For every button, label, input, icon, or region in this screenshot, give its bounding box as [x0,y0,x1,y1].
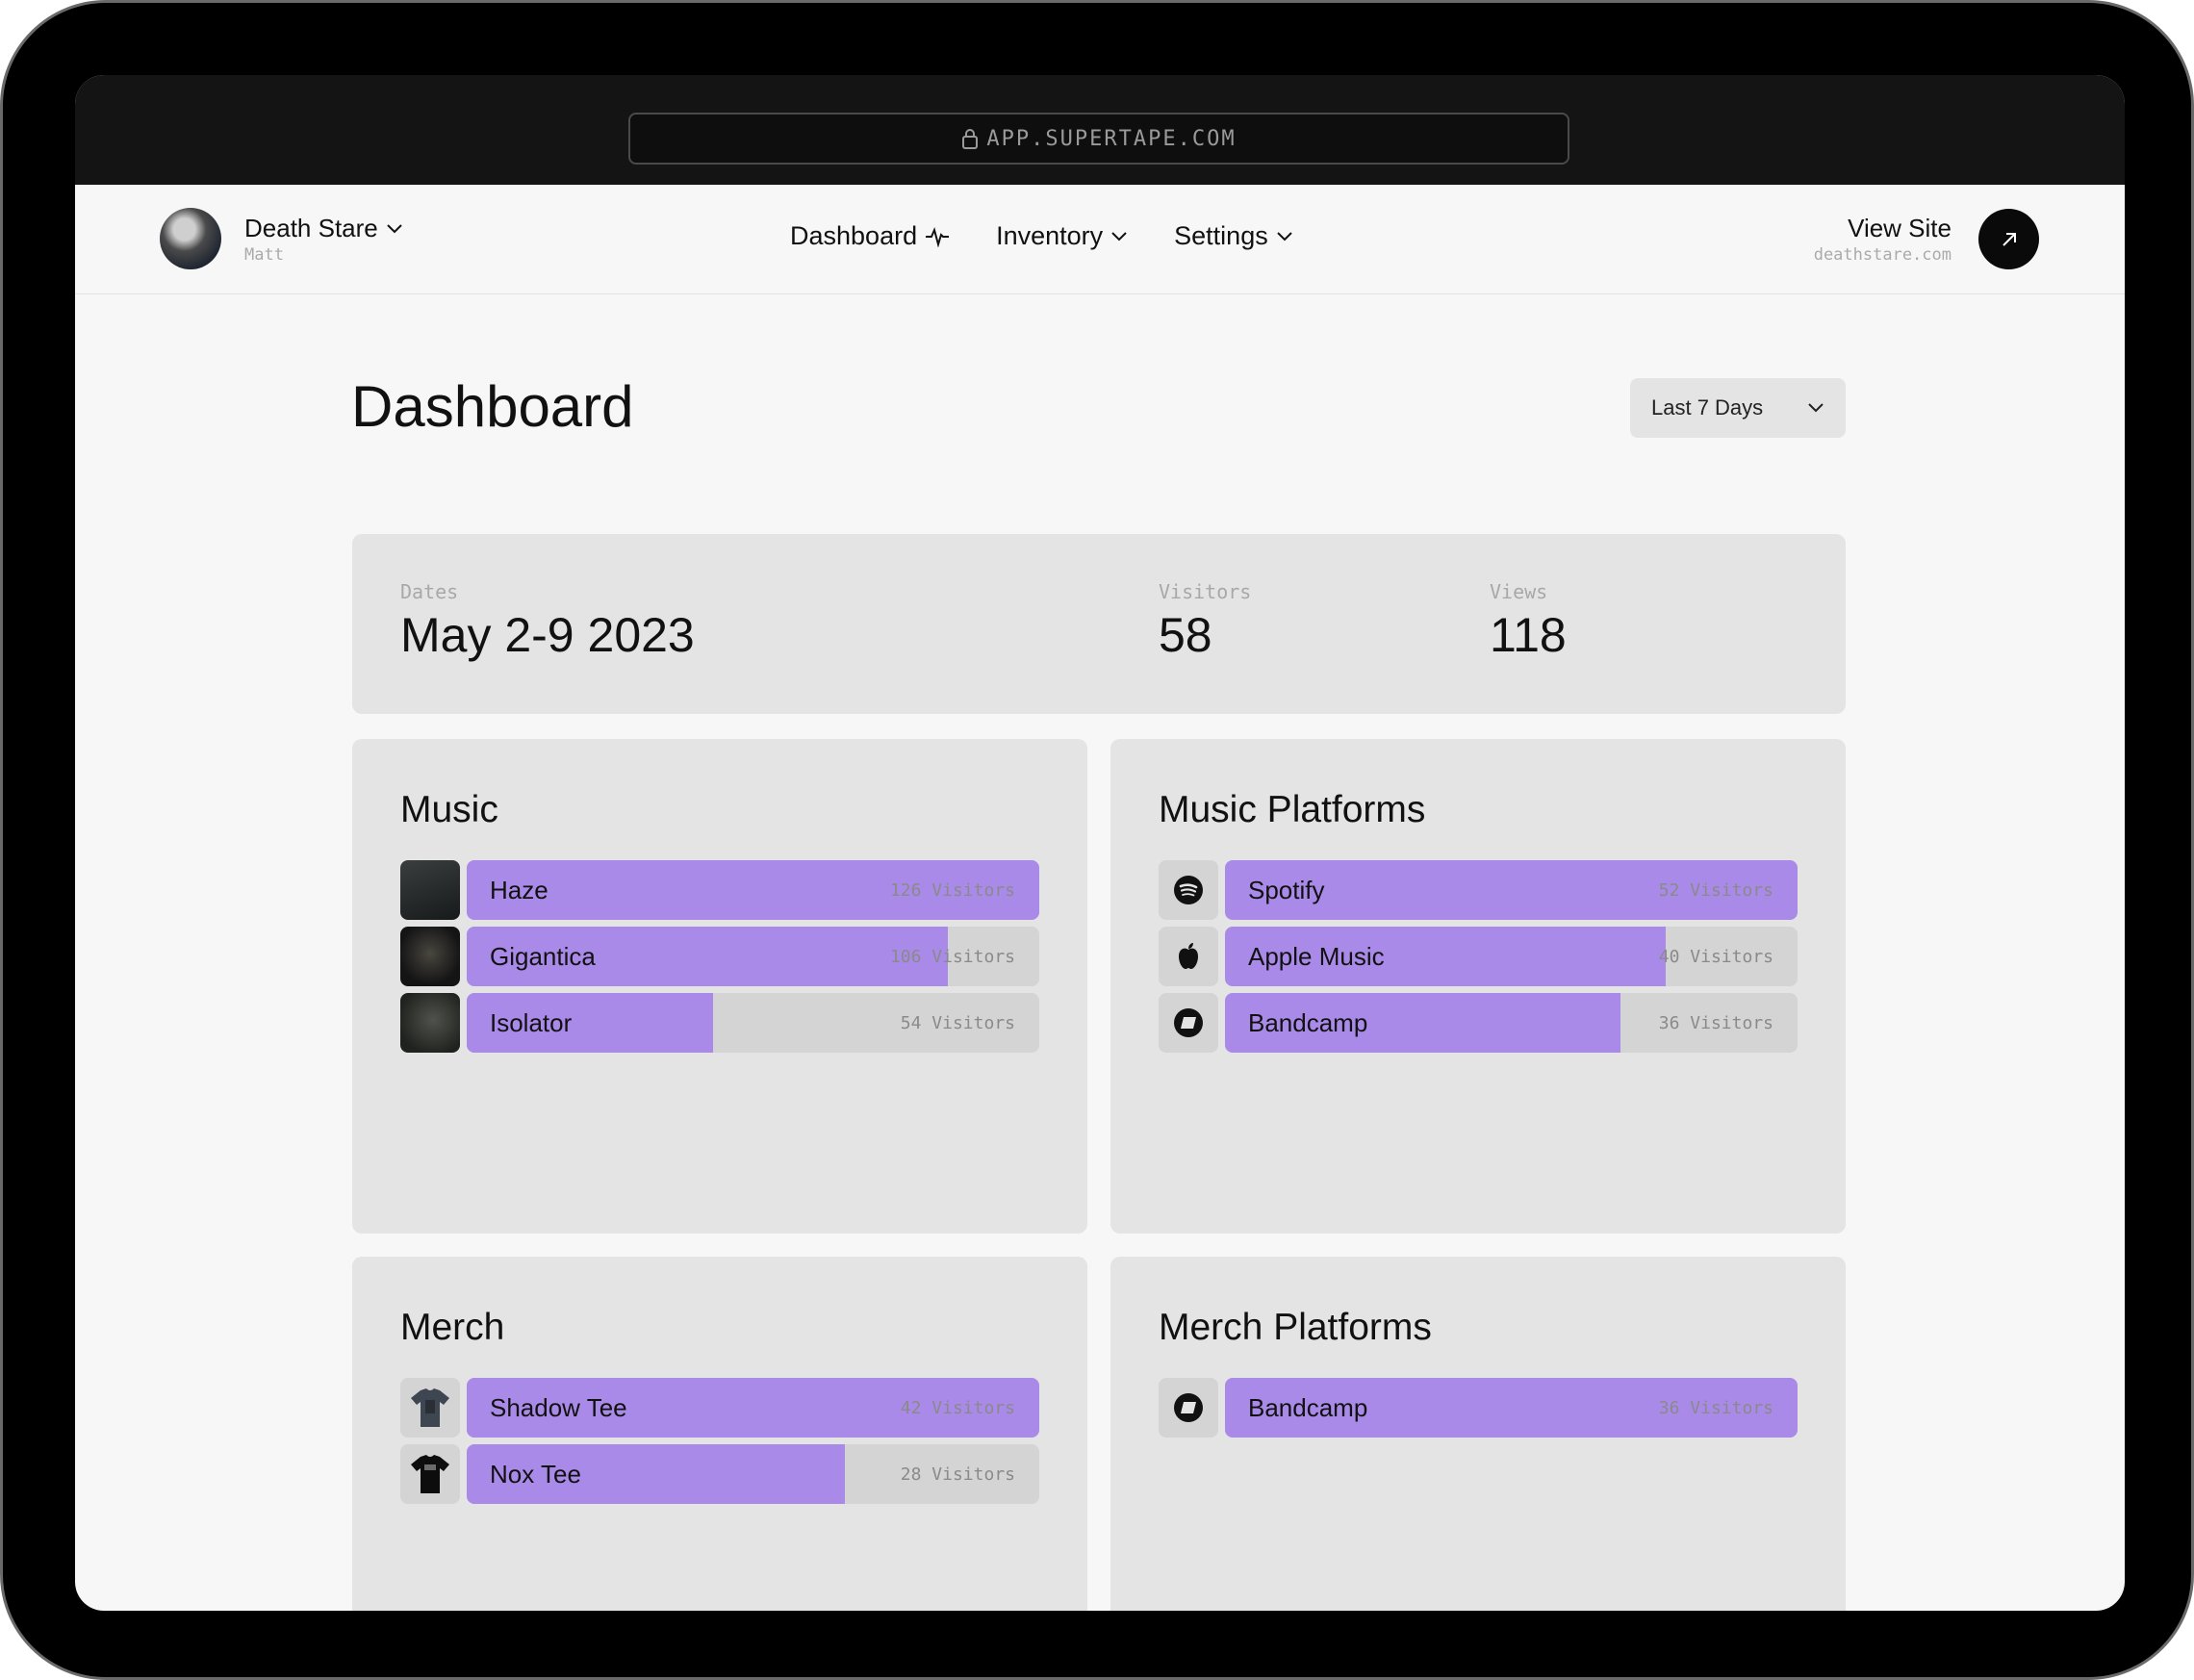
visitor-bar: Spotify 52 Visitors [1225,860,1798,920]
item-name: Haze [490,876,548,904]
stat-value: 58 [1159,608,1212,662]
card-title: Music [400,789,498,830]
account-switcher[interactable]: Death Stare Matt [244,214,403,265]
chevron-down-icon [387,223,402,233]
visitor-bar: Haze 126 Visitors [467,860,1039,920]
stat-value: 118 [1490,608,1567,662]
avatar[interactable] [160,208,221,269]
stat-views: Views 118 [1490,580,1567,663]
nav-settings[interactable]: Settings [1174,221,1293,251]
lock-icon [962,129,979,149]
apple-icon [1159,927,1218,986]
stat-value: May 2-9 2023 [400,608,695,662]
item-name: Nox Tee [490,1460,581,1489]
nav-dashboard-label: Dashboard [790,221,918,250]
card-title: Merch Platforms [1159,1307,1432,1348]
bandcamp-icon [1159,993,1218,1053]
list-item[interactable]: Bandcamp 36 Visitors [1159,1378,1798,1438]
nav-dashboard[interactable]: Dashboard [790,221,950,251]
merch-card: Merch Shadow Tee 42 Visitors Nox Tee 28 … [352,1257,1087,1611]
item-name: Isolator [490,1008,573,1037]
shirt-icon [400,1378,460,1438]
main-nav: Dashboard Inventory Settings [790,221,1293,251]
nav-inventory-label: Inventory [996,221,1104,250]
url-text: APP.SUPERTAPE.COM [986,126,1237,151]
summary-card: Dates May 2-9 2023 Visitors 58 Views 118 [352,534,1846,714]
chevron-down-icon [1111,231,1127,241]
nav-settings-label: Settings [1174,221,1268,250]
visitor-bar: Apple Music 40 Visitors [1225,927,1798,986]
visitor-bar: Gigantica 106 Visitors [467,927,1039,986]
item-count: 52 Visitors [1658,880,1773,901]
list-item[interactable]: Apple Music 40 Visitors [1159,927,1798,986]
date-range-select[interactable]: Last 7 Days [1630,378,1846,438]
album-cover [400,993,460,1053]
item-name: Shadow Tee [490,1393,627,1422]
view-site-label: View Site [1848,214,1952,242]
spotify-icon [1159,860,1218,920]
item-count: 126 Visitors [889,880,1015,901]
album-cover [400,860,460,920]
arrow-up-right-icon [2002,232,2016,246]
address-bar[interactable]: APP.SUPERTAPE.COM [628,113,1569,165]
item-name: Gigantica [490,942,596,971]
visitor-bar: Bandcamp 36 Visitors [1225,1378,1798,1438]
account-user: Matt [244,245,284,265]
browser-chrome: APP.SUPERTAPE.COM [75,75,2125,185]
date-range-value: Last 7 Days [1651,395,1764,420]
list-item[interactable]: Spotify 52 Visitors [1159,860,1798,920]
item-count: 40 Visitors [1658,947,1773,967]
item-name: Bandcamp [1248,1393,1368,1422]
item-count: 106 Visitors [889,947,1015,967]
item-name: Bandcamp [1248,1008,1368,1037]
tablet-frame: APP.SUPERTAPE.COM Death Stare Matt Dashb… [0,0,2194,1680]
item-count: 42 Visitors [900,1398,1015,1418]
page-title: Dashboard [351,374,634,439]
list-item[interactable]: Haze 126 Visitors [400,860,1039,920]
list-item[interactable]: Isolator 54 Visitors [400,993,1039,1053]
item-count: 28 Visitors [900,1464,1015,1485]
stat-label: Dates [400,580,459,603]
list-item[interactable]: Shadow Tee 42 Visitors [400,1378,1039,1438]
card-title: Music Platforms [1159,789,1426,830]
shirt-icon [400,1444,460,1504]
list-item[interactable]: Nox Tee 28 Visitors [400,1444,1039,1504]
top-navigation: Death Stare Matt Dashboard Inventory Set… [75,185,2125,294]
list-item[interactable]: Bandcamp 36 Visitors [1159,993,1798,1053]
item-count: 54 Visitors [900,1013,1015,1033]
chevron-down-icon [1808,403,1824,413]
stat-label: Views [1490,580,1548,603]
stat-dates: Dates May 2-9 2023 [400,580,695,663]
album-cover [400,927,460,986]
account-name: Death Stare [244,214,378,242]
visitor-bar: Isolator 54 Visitors [467,993,1039,1053]
view-site-button[interactable] [1978,209,2039,269]
item-count: 36 Visitors [1658,1398,1773,1418]
merch-platforms-card: Merch Platforms Bandcamp 36 Visitors [1110,1257,1846,1611]
music-card: Music Haze 126 Visitors Gigantica 106 Vi… [352,739,1087,1234]
visitor-bar: Shadow Tee 42 Visitors [467,1378,1039,1438]
view-site-link[interactable]: View Site deathstare.com [1814,214,1952,265]
stat-visitors: Visitors 58 [1159,580,1251,663]
stat-label: Visitors [1159,580,1252,603]
activity-icon [926,226,950,247]
view-site-domain: deathstare.com [1813,245,1952,265]
visitor-bar: Bandcamp 36 Visitors [1225,993,1798,1053]
item-name: Apple Music [1248,942,1385,971]
list-item[interactable]: Gigantica 106 Visitors [400,927,1039,986]
music-platforms-card: Music Platforms Spotify 52 Visitors Appl… [1110,739,1846,1234]
card-title: Merch [400,1307,505,1348]
chevron-down-icon [1277,231,1292,241]
item-count: 36 Visitors [1658,1013,1773,1033]
nav-inventory[interactable]: Inventory [996,221,1128,251]
screen: APP.SUPERTAPE.COM Death Stare Matt Dashb… [75,75,2125,1611]
item-name: Spotify [1248,876,1325,904]
bandcamp-icon [1159,1378,1218,1438]
visitor-bar: Nox Tee 28 Visitors [467,1444,1039,1504]
